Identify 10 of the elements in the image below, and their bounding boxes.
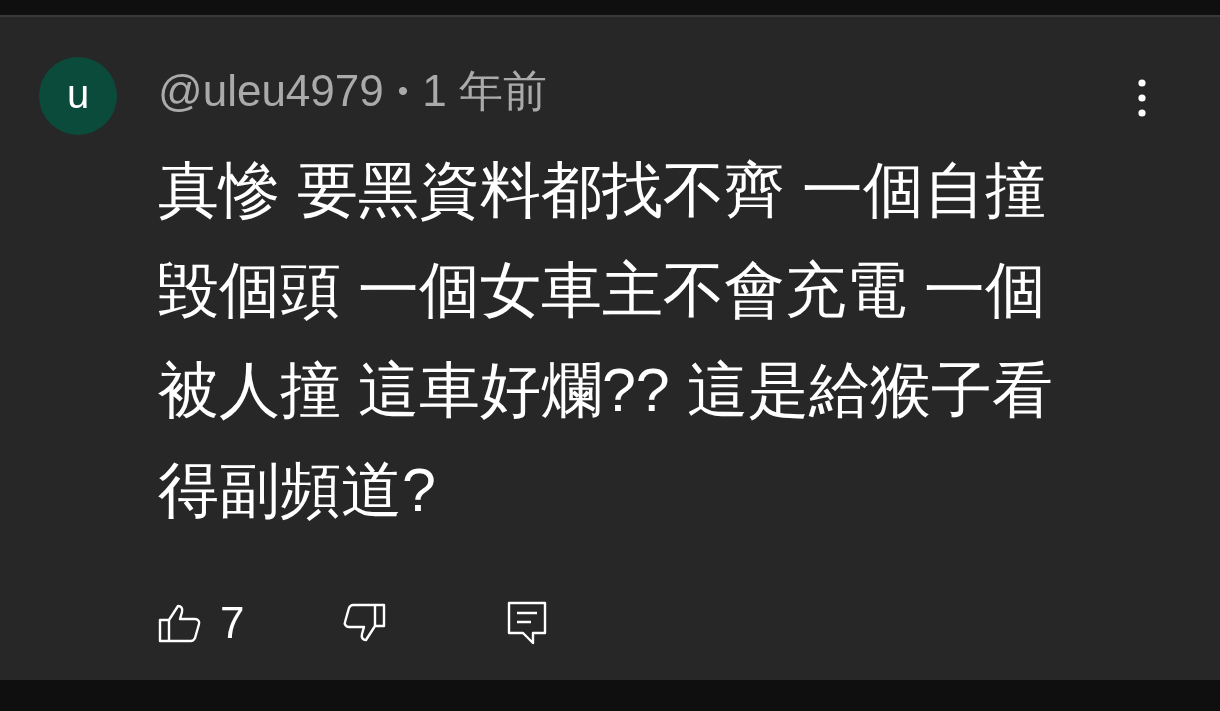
thumbs-down-icon[interactable] [342, 603, 387, 643]
reply-icon[interactable] [507, 601, 548, 645]
avatar[interactable]: u [39, 57, 117, 135]
comment-time[interactable]: 1 年前 [422, 61, 547, 121]
thumbs-up-icon[interactable] [158, 603, 202, 643]
author-name[interactable]: @uleu4979 [158, 66, 384, 116]
more-options-icon[interactable] [1137, 78, 1147, 118]
like-count: 7 [220, 598, 245, 648]
comment-text: 真慘 要黑資料都找不齊 一個自撞毀個頭 一個女車主不會充電 一個被人撞 這車好爛?? 這是給猴子看得副頻道? [158, 155, 1054, 526]
separator: • [397, 74, 409, 108]
